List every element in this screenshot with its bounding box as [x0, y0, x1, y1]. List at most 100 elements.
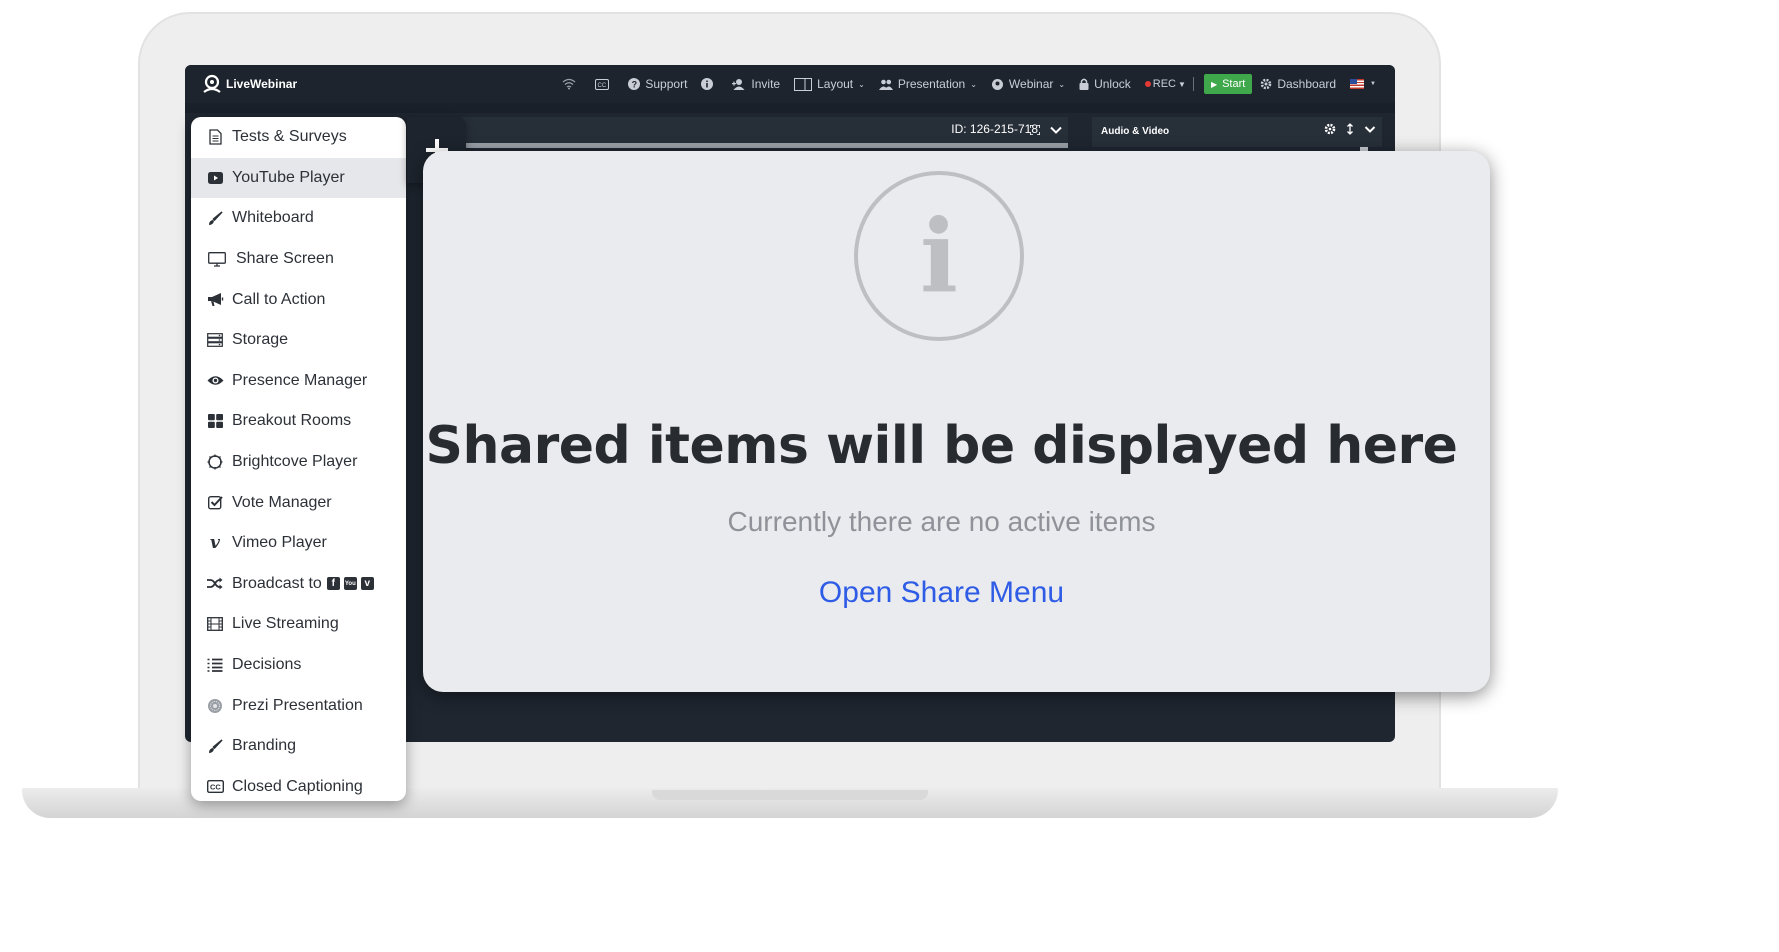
menu-item-label: Prezi Presentation	[232, 696, 363, 714]
webinar-dropdown[interactable]: Webinar ⌄	[984, 65, 1072, 103]
users-icon	[878, 79, 893, 90]
chevron-down-icon: ⌄	[1058, 79, 1066, 89]
menu-item-broadcast-to[interactable]: Broadcast to f You v	[191, 564, 406, 605]
film-icon	[206, 616, 224, 632]
menu-item-tests-surveys[interactable]: Tests & Surveys	[191, 117, 406, 158]
chevron-down-icon[interactable]	[1050, 124, 1062, 136]
av-panel-controls	[1324, 123, 1376, 135]
dashboard-link[interactable]: Dashboard	[1258, 65, 1343, 103]
menu-item-presence-manager[interactable]: Presence Manager	[191, 361, 406, 402]
menu-item-share-screen[interactable]: Share Screen	[191, 239, 406, 280]
brand[interactable]: LiveWebinar	[202, 74, 297, 94]
menu-item-prezi-presentation[interactable]: Prezi Presentation	[191, 685, 406, 726]
question-circle-icon: ?	[628, 78, 641, 90]
menu-item-vimeo-player[interactable]: v Vimeo Player	[191, 523, 406, 564]
meeting-id: ID: 126-215-718	[951, 122, 1038, 136]
menu-item-label: Storage	[232, 331, 289, 349]
us-flag-icon	[1350, 79, 1365, 89]
laptop-notch	[652, 790, 928, 800]
sub-toolbar	[185, 103, 1395, 113]
shared-items-card: i Shared items will be displayed here Cu…	[423, 151, 1490, 692]
webinar-logo-icon	[991, 78, 1003, 90]
connection-button[interactable]	[555, 65, 588, 103]
unlock-button[interactable]: Unlock	[1072, 65, 1138, 103]
chevron-down-icon[interactable]	[1364, 123, 1376, 135]
top-nav-items: CC ? Support Invite Layout ⌄ Presentatio…	[555, 65, 1383, 103]
record-dot-icon	[1144, 81, 1151, 87]
menu-item-label: Broadcast to	[232, 574, 322, 592]
brand-name: LiveWebinar	[226, 77, 298, 91]
livewebinar-logo-icon	[203, 74, 221, 93]
caret-down-icon: ▼	[1370, 81, 1376, 87]
menu-item-label: Closed Captioning	[232, 777, 363, 795]
audio-video-panel: Audio & Video	[1092, 117, 1382, 153]
chevron-down-icon: ⌄	[970, 79, 977, 89]
megaphone-icon	[206, 292, 224, 308]
menu-item-branding[interactable]: Branding	[191, 726, 406, 767]
menu-item-label: Decisions	[232, 656, 302, 674]
support-link[interactable]: ? Support	[621, 65, 694, 103]
layout-label: Layout	[817, 77, 854, 91]
chevron-down-icon: ⌄	[858, 79, 865, 89]
info-button[interactable]	[694, 65, 725, 103]
vimeo-icon: v	[210, 533, 220, 554]
info-circle-icon	[701, 78, 714, 90]
document-icon	[206, 129, 224, 145]
open-share-menu-link[interactable]: Open Share Menu	[423, 576, 1460, 610]
presentation-dropdown[interactable]: Presentation ⌄	[872, 65, 984, 103]
brush-icon	[206, 210, 224, 226]
youtube-icon	[206, 170, 224, 186]
menu-item-decisions[interactable]: Decisions	[191, 645, 406, 686]
share-menu: Tests & Surveys YouTube Player Whiteboar…	[191, 117, 406, 801]
play-icon: ▶	[1210, 79, 1218, 89]
wifi-icon	[562, 78, 576, 90]
grid-icon	[206, 413, 224, 429]
youtube-icon: You	[343, 577, 357, 591]
monitor-icon	[206, 251, 228, 267]
unlock-label: Unlock	[1094, 77, 1131, 91]
menu-item-breakout-rooms[interactable]: Breakout Rooms	[191, 401, 406, 442]
menu-item-vote-manager[interactable]: Vote Manager	[191, 482, 406, 523]
menu-item-call-to-action[interactable]: Call to Action	[191, 279, 406, 320]
eye-icon	[206, 373, 224, 389]
invite-button[interactable]: Invite	[725, 65, 787, 103]
menu-item-storage[interactable]: Storage	[191, 320, 406, 361]
av-panel-title: Audio & Video	[1101, 126, 1170, 137]
svg-text:CC: CC	[210, 783, 221, 792]
start-button[interactable]: ▶ Start	[1203, 74, 1253, 94]
dashboard-label: Dashboard	[1277, 77, 1337, 91]
stage-strip	[410, 143, 1068, 148]
menu-item-whiteboard[interactable]: Whiteboard	[191, 198, 406, 239]
menu-item-label: Call to Action	[232, 290, 326, 308]
menu-item-label: YouTube Player	[232, 168, 345, 186]
rec-dropdown[interactable]: REC ▼	[1138, 65, 1189, 103]
svg-text:?: ?	[632, 80, 638, 90]
menu-item-live-streaming[interactable]: Live Streaming	[191, 604, 406, 645]
brightcove-icon	[206, 454, 224, 470]
menu-item-brightcove-player[interactable]: Brightcove Player	[191, 442, 406, 483]
caret-down-icon: ▼	[1178, 79, 1186, 89]
cc-icon: CC	[595, 78, 610, 90]
cc-icon: CC	[206, 779, 224, 795]
user-plus-icon	[732, 79, 745, 90]
empty-state-title: Shared items will be displayed here	[425, 416, 1458, 476]
fullscreen-icon[interactable]	[1030, 125, 1040, 135]
resize-vertical-icon[interactable]	[1344, 123, 1356, 135]
menu-item-closed-captioning[interactable]: CC Closed Captioning	[191, 767, 406, 802]
vimeo-icon: v	[360, 577, 374, 591]
menu-item-label: Presence Manager	[232, 371, 368, 389]
menu-item-label: Branding	[232, 737, 297, 755]
layout-dropdown[interactable]: Layout ⌄	[787, 65, 872, 103]
menu-item-label: Whiteboard	[232, 209, 314, 227]
gear-icon[interactable]	[1324, 123, 1336, 135]
menu-item-label: Tests & Surveys	[232, 128, 347, 146]
menu-item-youtube-player[interactable]: YouTube Player	[191, 157, 406, 199]
menu-item-label: Vote Manager	[232, 493, 332, 511]
top-navbar: LiveWebinar CC ? Support Invite Layout ⌄…	[185, 65, 1395, 103]
presentation-label: Presentation	[897, 77, 966, 91]
svg-text:CC: CC	[598, 83, 607, 89]
captions-button[interactable]: CC	[588, 65, 621, 103]
brush-icon	[206, 738, 224, 754]
language-dropdown[interactable]: ▼	[1343, 65, 1383, 103]
support-label: Support	[645, 77, 688, 91]
